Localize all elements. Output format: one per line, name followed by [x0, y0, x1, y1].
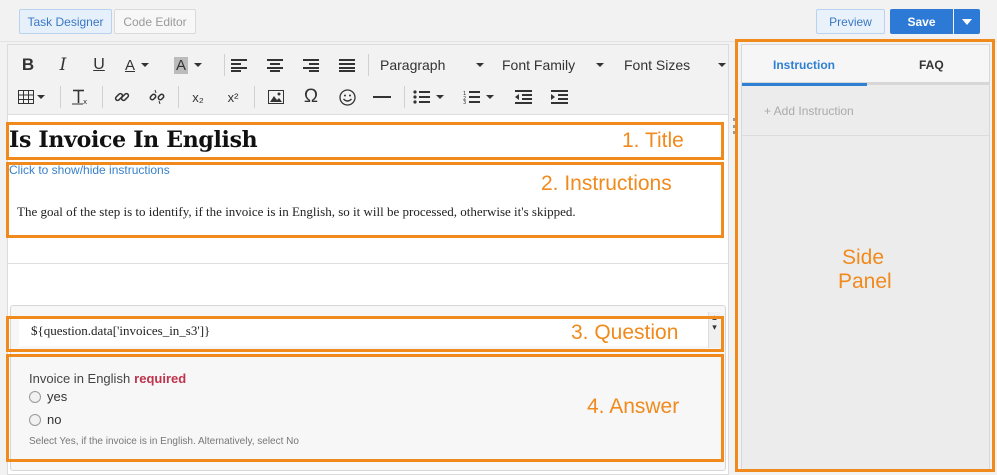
font-family-select[interactable]: Font Family	[502, 54, 604, 76]
link-icon	[114, 92, 130, 102]
font-color-icon: A	[125, 56, 136, 74]
tab-code-editor[interactable]: Code Editor	[114, 9, 196, 34]
toolbar-divider	[178, 86, 179, 108]
clear-formatting-button[interactable]: x	[70, 86, 90, 108]
font-color-button[interactable]: A	[125, 54, 163, 76]
app-root: Task Designer Code Editor Preview Save B…	[0, 0, 997, 475]
numbered-list-button[interactable]: 123	[463, 86, 499, 108]
font-family-select-label: Font Family	[502, 57, 576, 73]
align-left-button[interactable]	[230, 54, 248, 76]
outdent-icon	[514, 90, 532, 104]
smiley-icon	[338, 88, 356, 106]
align-right-button[interactable]	[302, 54, 320, 76]
background-color-button[interactable]: A	[174, 54, 212, 76]
side-panel-annotation-line1: Side	[841, 246, 885, 269]
toolbar-divider	[60, 86, 61, 108]
svg-text:3: 3	[463, 100, 466, 104]
chevron-down-icon	[718, 63, 726, 67]
special-character-button[interactable]: Ω	[301, 86, 321, 108]
align-justify-icon	[339, 58, 355, 72]
chevron-down-icon	[962, 18, 972, 25]
paragraph-select[interactable]: Paragraph	[380, 54, 484, 76]
answer-annotation-label: 4. Answer	[587, 395, 680, 418]
chevron-down-icon	[436, 95, 444, 99]
table-button[interactable]	[18, 86, 48, 108]
title-annotation-box	[6, 122, 724, 160]
side-panel-annotation-label: Side Panel	[838, 246, 892, 294]
unlink-icon	[149, 89, 165, 105]
align-center-icon	[267, 58, 283, 72]
top-bar: Task Designer Code Editor Preview Save	[0, 0, 997, 42]
toolbar-divider	[224, 54, 225, 76]
chevron-down-icon	[596, 63, 604, 67]
subscript-button[interactable]: x₂	[188, 86, 208, 108]
align-center-button[interactable]	[266, 54, 284, 76]
editor-toolbar: B I U A A Paragraph Font Family Font Siz…	[8, 45, 728, 115]
superscript-button[interactable]: x²	[223, 86, 243, 108]
background-color-icon: A	[174, 56, 189, 74]
outdent-button[interactable]	[513, 86, 533, 108]
font-sizes-select[interactable]: Font Sizes	[624, 54, 726, 76]
title-annotation-label: 1. Title	[622, 129, 684, 152]
align-justify-button[interactable]	[338, 54, 356, 76]
bullet-list-icon	[413, 90, 430, 104]
chevron-down-icon	[486, 95, 494, 99]
toolbar-divider	[404, 86, 405, 108]
numbered-list-icon: 123	[463, 91, 480, 104]
image-icon	[268, 90, 284, 104]
chevron-down-icon	[476, 63, 484, 67]
underline-button[interactable]: U	[91, 54, 107, 76]
emoticon-button[interactable]	[337, 86, 357, 108]
bold-button[interactable]: B	[20, 54, 36, 76]
align-left-icon	[231, 58, 247, 72]
tab-task-designer[interactable]: Task Designer	[19, 9, 112, 34]
table-icon	[18, 90, 34, 104]
toolbar-divider	[254, 86, 255, 108]
chevron-down-icon	[194, 63, 203, 67]
content-divider	[8, 263, 728, 264]
instructions-annotation-label: 2. Instructions	[541, 172, 672, 195]
question-annotation-label: 3. Question	[571, 321, 679, 344]
clear-formatting-icon: x	[72, 89, 87, 105]
toolbar-divider	[102, 86, 103, 108]
toolbar-divider	[368, 54, 369, 76]
svg-text:x: x	[83, 98, 87, 105]
indent-button[interactable]	[549, 86, 569, 108]
chevron-down-icon	[141, 63, 150, 67]
italic-button[interactable]: I	[55, 54, 71, 76]
insert-image-button[interactable]	[266, 86, 286, 108]
align-right-icon	[303, 58, 319, 72]
side-panel-annotation-line2: Panel	[838, 270, 892, 293]
indent-icon	[550, 90, 568, 104]
horizontal-line-icon	[373, 96, 391, 98]
save-dropdown-button[interactable]	[954, 9, 980, 34]
preview-button[interactable]: Preview	[816, 9, 885, 34]
chevron-down-icon	[37, 95, 45, 99]
remove-link-button[interactable]	[147, 86, 167, 108]
bullet-list-button[interactable]	[413, 86, 449, 108]
paragraph-select-label: Paragraph	[380, 57, 446, 73]
font-sizes-select-label: Font Sizes	[624, 57, 691, 73]
horizontal-line-button[interactable]	[372, 86, 392, 108]
save-button[interactable]: Save	[890, 9, 953, 34]
insert-link-button[interactable]	[112, 86, 132, 108]
